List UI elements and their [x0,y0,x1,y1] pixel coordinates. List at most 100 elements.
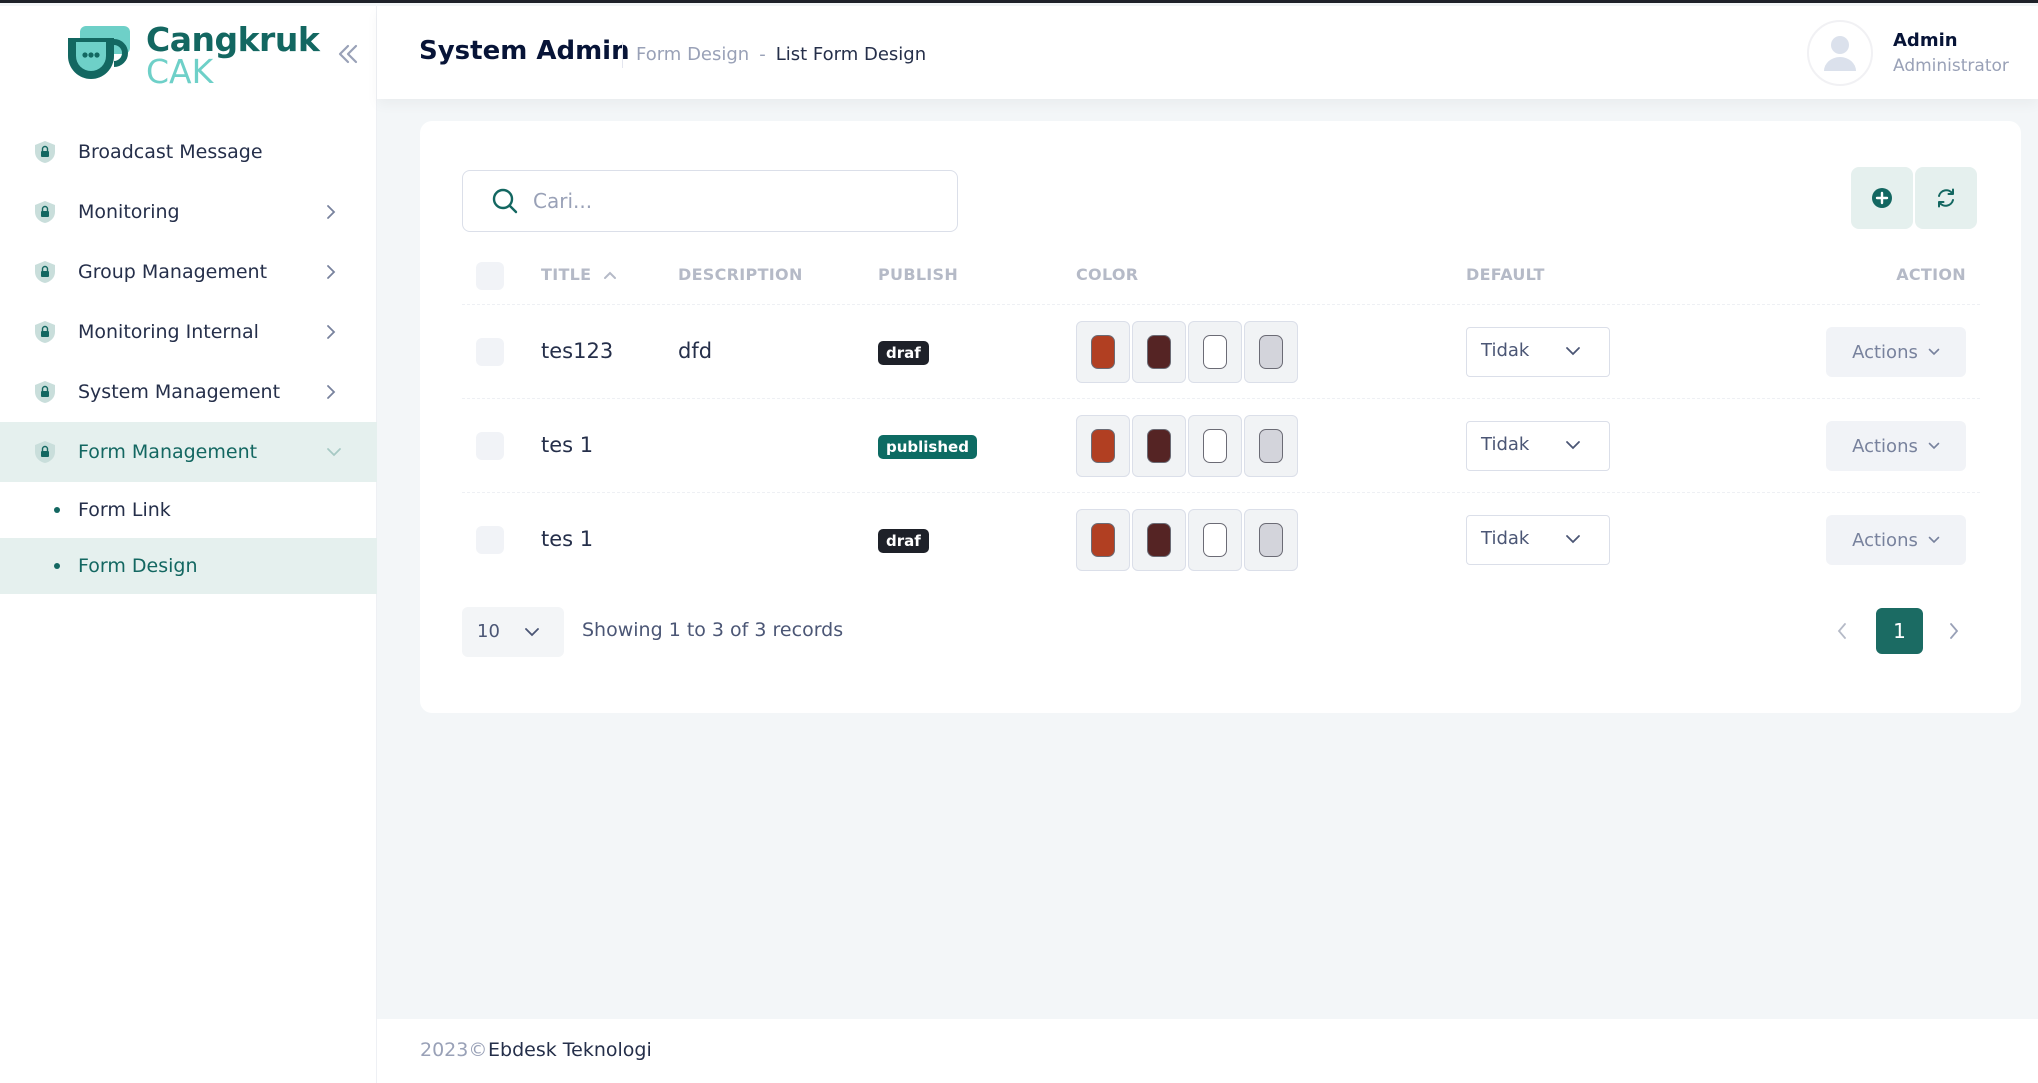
color-swatches [1076,509,1298,571]
row-title: tes 1 [541,433,594,457]
sidebar-item-monitoring-internal[interactable]: Monitoring Internal [0,302,377,362]
status-badge: published [878,435,977,459]
row-title: tes 1 [541,527,594,551]
color-swatches [1076,415,1298,477]
sidebar-menu: Broadcast Message Monitoring Group Manag… [0,122,377,594]
sidebar: Cangkruk CAK Broadcast Message Monitorin… [0,6,377,1083]
color-swatch-secondary[interactable] [1132,509,1186,571]
table-row: tes 1 published Tidak Actions [462,399,1980,493]
sidebar-collapse-button[interactable] [334,40,362,68]
double-chevron-left-icon [338,44,358,64]
sidebar-item-group-management[interactable]: Group Management [0,242,377,302]
chevron-down-icon [1928,442,1940,450]
page-number-current[interactable]: 1 [1876,608,1923,654]
color-swatch-secondary[interactable] [1132,321,1186,383]
sidebar-subitem-form-link[interactable]: Form Link [0,482,377,538]
sidebar-item-label: System Management [78,381,281,403]
page-title: System Admin [419,36,630,66]
chevron-down-icon [327,448,341,457]
color-swatch-background[interactable] [1188,509,1242,571]
sidebar-subitem-label: Form Design [78,555,198,577]
search-box[interactable] [462,170,958,232]
sidebar-item-label: Broadcast Message [78,141,263,163]
color-swatch-primary[interactable] [1076,415,1130,477]
user-role: Administrator [1893,56,2009,76]
add-button[interactable] [1851,167,1913,229]
sidebar-item-system-management[interactable]: System Management [0,362,377,422]
color-swatch-secondary[interactable] [1132,415,1186,477]
user-menu[interactable]: Admin Administrator [1807,16,2027,88]
sidebar-item-label: Monitoring [78,201,180,223]
bullet-dot [54,507,60,513]
sidebar-item-monitoring[interactable]: Monitoring [0,182,377,242]
shield-lock-icon [35,381,55,403]
footer-year: 2023© [420,1039,488,1061]
select-all-checkbox[interactable] [476,262,504,290]
chevron-right-icon [327,385,336,399]
sidebar-item-broadcast-message[interactable]: Broadcast Message [0,122,377,182]
color-swatch-border[interactable] [1244,415,1298,477]
top-header: System Admin Form Design - List Form Des… [377,6,2038,99]
color-swatch-background[interactable] [1188,415,1242,477]
status-badge: draf [878,341,929,365]
sidebar-item-label: Group Management [78,261,268,283]
chevron-down-icon [1566,347,1580,356]
row-checkbox[interactable] [476,526,504,554]
column-header-title[interactable]: TITLE [541,265,617,284]
chevron-down-icon [1566,441,1580,450]
default-select[interactable]: Tidak [1466,515,1610,565]
shield-lock-icon [35,441,55,463]
table-header: TITLE DESCRIPTION PUBLISH COLOR DEFAULT … [462,261,1980,305]
sidebar-item-label: Monitoring Internal [78,321,259,343]
default-select[interactable]: Tidak [1466,327,1610,377]
column-header-default: DEFAULT [1466,265,1545,284]
default-select[interactable]: Tidak [1466,421,1610,471]
column-header-action: ACTION [1896,265,1966,284]
actions-label: Actions [1852,341,1918,363]
shield-lock-icon [35,141,55,163]
avatar[interactable] [1807,20,1873,86]
row-description: dfd [678,339,713,363]
row-checkbox[interactable] [476,432,504,460]
actions-dropdown[interactable]: Actions [1826,421,1966,471]
pagination-info: Showing 1 to 3 of 3 records [582,619,844,641]
actions-dropdown[interactable]: Actions [1826,515,1966,565]
search-icon [492,188,518,214]
breadcrumb-parent[interactable]: Form Design [636,44,749,65]
breadcrumb: Form Design - List Form Design [636,44,926,65]
row-checkbox[interactable] [476,338,504,366]
user-name: Admin [1893,30,1958,51]
user-avatar-icon [1824,36,1856,71]
column-header-publish[interactable]: PUBLISH [878,265,958,284]
color-swatch-border[interactable] [1244,509,1298,571]
plus-circle-icon [1872,188,1892,208]
logo[interactable]: Cangkruk CAK [62,20,320,90]
actions-dropdown[interactable]: Actions [1826,327,1966,377]
search-input[interactable] [533,181,933,221]
page-size-value: 10 [477,621,500,642]
table-row: tes 1 draf Tidak Actions [462,493,1980,587]
row-title: tes123 [541,339,614,363]
color-swatch-primary[interactable] [1076,509,1130,571]
page-size-select[interactable]: 10 [462,607,564,657]
sidebar-item-form-management[interactable]: Form Management [0,422,377,482]
chevron-left-icon[interactable] [1836,621,1848,641]
bullet-dot [54,563,60,569]
sidebar-subitem-label: Form Link [78,499,171,521]
color-swatch-background[interactable] [1188,321,1242,383]
chevron-down-icon [525,628,539,637]
chevron-right-icon[interactable] [1948,621,1960,641]
column-header-description[interactable]: DESCRIPTION [678,265,803,284]
actions-label: Actions [1852,529,1918,551]
shield-lock-icon [35,261,55,283]
header-divider [622,42,623,68]
refresh-button[interactable] [1915,167,1977,229]
sidebar-subitem-form-design[interactable]: Form Design [0,538,377,594]
refresh-icon [1938,188,1954,208]
actions-label: Actions [1852,435,1918,457]
default-select-value: Tidak [1481,340,1530,361]
color-swatch-primary[interactable] [1076,321,1130,383]
footer-company-link[interactable]: Ebdesk Teknologi [488,1039,652,1061]
color-swatch-border[interactable] [1244,321,1298,383]
chevron-down-icon [1566,535,1580,544]
